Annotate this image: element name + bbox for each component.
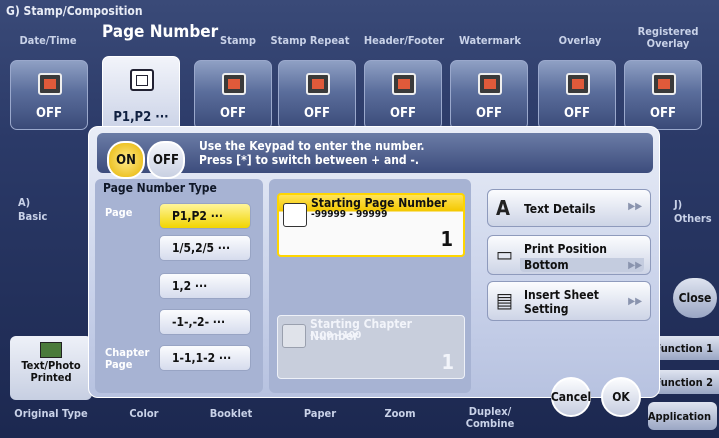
bottom-tab-color[interactable]: Color (124, 407, 164, 420)
basic-section[interactable]: A) Basic (18, 196, 47, 224)
instruction-text: Use the Keypad to enter the number. Pres… (199, 139, 425, 167)
tab-overlay[interactable]: Overlay (538, 34, 622, 47)
overlay-tile[interactable]: OFF (538, 60, 616, 130)
date-stamp-icon (38, 73, 62, 95)
close-button[interactable]: Close (673, 278, 717, 318)
page-number-dialog: ON OFF Use the Keypad to enter the numbe… (88, 126, 660, 417)
option-dash-1-dash[interactable]: -1-,-2- ··· (159, 309, 251, 335)
bottom-tab-duplex-combine[interactable]: Duplex/ Combine (460, 406, 520, 430)
watermark-icon (478, 73, 502, 95)
function-1-button[interactable]: Function 1 (650, 336, 719, 360)
double-chevron-right-icon: ▶▶ (628, 296, 642, 307)
bottom-tab-booklet[interactable]: Booklet (206, 407, 256, 420)
page-group-label: Page (105, 206, 133, 219)
header-footer-tile[interactable]: OFF (364, 60, 442, 130)
tab-header-footer[interactable]: Header/Footer (362, 34, 446, 47)
option-1-5-2-5[interactable]: 1/5,2/5 ··· (159, 235, 251, 261)
print-position-button[interactable]: ▭ Print Position Bottom ▶▶ (487, 235, 651, 275)
double-chevron-right-icon: ▶▶ (628, 201, 642, 212)
page-number-type-title: Page Number Type (103, 181, 217, 195)
text-details-button[interactable]: A Text Details ▶▶ (487, 189, 651, 227)
registered-overlay-icon (652, 73, 676, 95)
ok-button[interactable]: OK (601, 377, 641, 417)
starting-chapter-number-field: Starting Chapter Number -100 - 100 1 (277, 315, 465, 379)
tab-stamp-repeat[interactable]: Stamp Repeat (268, 34, 352, 47)
chapter-number-icon (282, 324, 306, 348)
text-details-icon: A (496, 196, 510, 220)
option-p1-p2[interactable]: P1,P2 ··· (159, 203, 251, 229)
stamp-repeat-icon (306, 73, 330, 95)
application-button[interactable]: Application (648, 402, 717, 430)
function-2-button[interactable]: Function 2 (650, 370, 719, 394)
header-footer-icon (392, 73, 416, 95)
watermark-tile[interactable]: OFF (450, 60, 528, 130)
page-number-icon (130, 69, 154, 91)
insert-sheet-icon: ▤ (496, 288, 514, 312)
tab-watermark[interactable]: Watermark (448, 34, 532, 47)
others-section[interactable]: J) Others (674, 198, 712, 226)
option-1-1-1-2[interactable]: 1-1,1-2 ··· (159, 345, 251, 371)
chapter-page-group-label: Chapter Page (105, 346, 150, 371)
page-number-icon (283, 203, 307, 227)
print-position-icon: ▭ (496, 242, 514, 266)
tab-registered-overlay[interactable]: Registered Overlay (628, 26, 708, 50)
off-button[interactable]: OFF (147, 141, 185, 179)
stamp-repeat-tile[interactable]: OFF (278, 60, 356, 130)
on-button[interactable]: ON (107, 141, 145, 179)
tab-date-time[interactable]: Date/Time (6, 34, 90, 47)
screen-title: G) Stamp/Composition (6, 4, 143, 18)
original-type-tile[interactable]: Text/Photo Printed (10, 336, 92, 400)
stamp-icon (222, 73, 246, 95)
bottom-tab-original-type[interactable]: Original Type (6, 407, 96, 420)
starting-page-number-field[interactable]: Starting Page Number -99999 - 99999 1 (277, 193, 465, 257)
option-1-2[interactable]: 1,2 ··· (159, 273, 251, 299)
double-chevron-right-icon: ▶▶ (628, 260, 642, 271)
bottom-tab-paper[interactable]: Paper (300, 407, 340, 420)
date-time-tile[interactable]: OFF (10, 60, 88, 130)
overlay-icon (566, 73, 590, 95)
cancel-button[interactable]: Cancel (551, 377, 591, 417)
stamp-tile[interactable]: OFF (194, 60, 272, 130)
text-photo-icon (40, 342, 62, 358)
registered-overlay-tile[interactable]: OFF (624, 60, 702, 130)
bottom-tab-zoom[interactable]: Zoom (380, 407, 420, 420)
insert-sheet-setting-button[interactable]: ▤ Insert Sheet Setting ▶▶ (487, 281, 651, 321)
page-number-tile[interactable]: P1,P2 ··· (102, 56, 180, 134)
